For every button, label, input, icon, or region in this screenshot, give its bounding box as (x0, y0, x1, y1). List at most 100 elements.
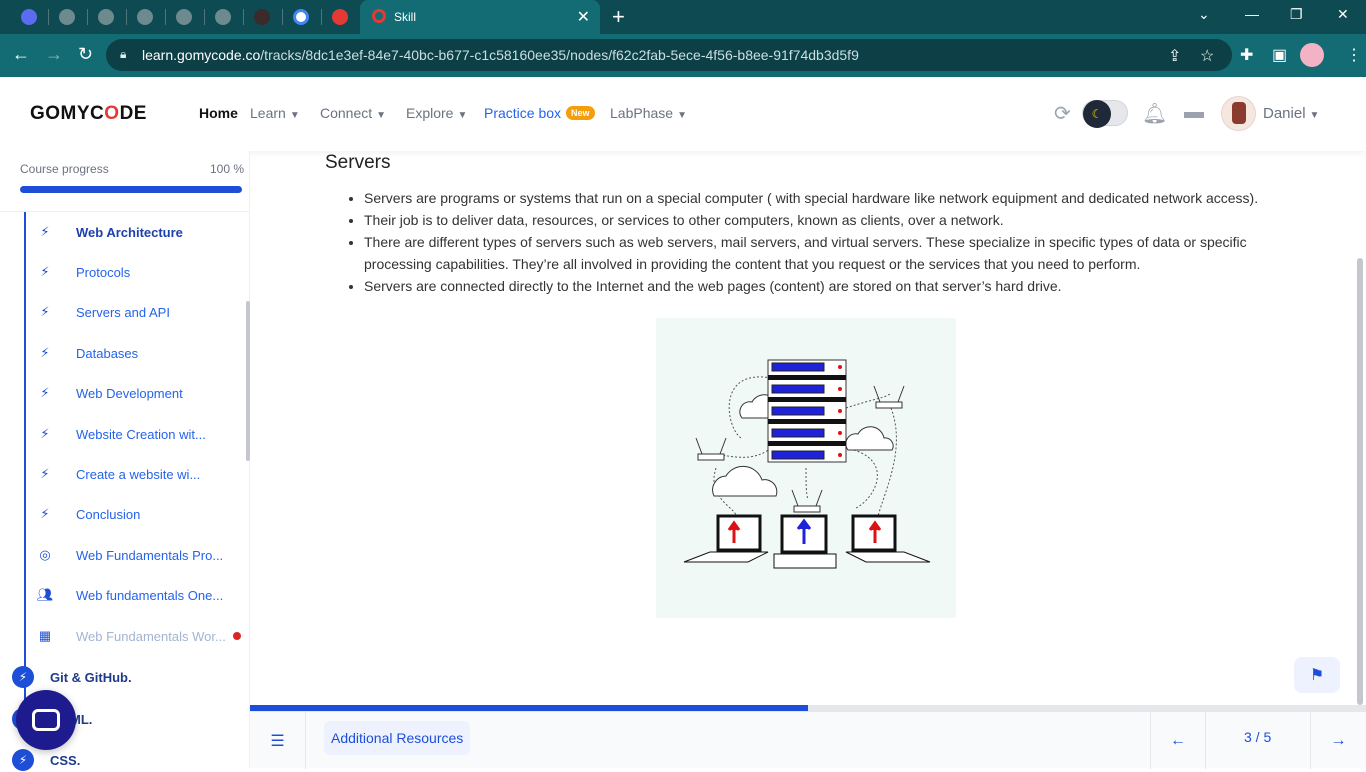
menu-icon[interactable]: ⋮ (1346, 45, 1362, 65)
tab-favicon-icon[interactable] (134, 6, 156, 28)
outline-button[interactable]: ☰ (250, 712, 306, 769)
nav-explore[interactable]: Explore ▼ (406, 105, 467, 121)
arrow-left-icon: ← (1170, 731, 1186, 749)
unread-dot (233, 632, 241, 640)
sidebar-item-website-creation[interactable]: ⚡︎ Website Creation wit... (36, 423, 205, 445)
chevron-down-icon: ▼ (677, 110, 687, 121)
tab-favicon-icon[interactable] (173, 6, 195, 28)
list-item: There are different types of servers suc… (364, 231, 1284, 275)
address-bar[interactable]: 🔒︎ learn.gomycode.co/tracks/8dc1e3ef-84e… (106, 39, 1232, 71)
dark-mode-toggle[interactable]: ☾ (1082, 100, 1128, 128)
bolt-icon: ⚡︎ (40, 224, 50, 239)
tab-favicon-icon[interactable] (56, 6, 78, 28)
close-tab-icon[interactable]: ✕ (577, 7, 590, 27)
profile-avatar[interactable] (1300, 43, 1324, 67)
bolt-icon: ⚡︎ (40, 264, 50, 279)
chat-support-button[interactable] (16, 690, 76, 750)
refresh-icon[interactable]: ⟳ (1054, 101, 1071, 126)
sidebar-item-web-fundamentals-workshop[interactable]: ▦ Web Fundamentals Wor... (36, 625, 226, 647)
bolt-icon: ⚡︎ (40, 345, 50, 360)
app-header: GOMYCODE Home Learn ▼ Connect ▼ Explore ▼ P… (0, 77, 1366, 151)
module-git-github[interactable]: ⚡︎ Git & GitHub. (12, 665, 132, 689)
gomycode-favicon-icon (372, 9, 386, 23)
bolt-icon: ⚡︎ (40, 506, 50, 521)
tab-favicon-icon[interactable] (251, 6, 273, 28)
sidebar-item-web-fundamentals-project[interactable]: ◎ Web Fundamentals Pro... (36, 544, 223, 566)
google-tab-icon[interactable] (290, 6, 312, 28)
nav-connect[interactable]: Connect ▼ (320, 105, 386, 121)
page-indicator: 3 / 5 (1244, 729, 1272, 745)
forward-icon[interactable]: → (45, 44, 63, 65)
bolt-icon: ⚡︎ (40, 426, 50, 441)
sidebar-item-databases[interactable]: ⚡︎ Databases (36, 342, 138, 364)
moon-icon: ☾ (1083, 100, 1111, 128)
extensions-icon[interactable]: ✚ (1240, 45, 1253, 65)
course-progress-bar (20, 186, 242, 193)
close-window-icon[interactable]: ✕ (1337, 6, 1349, 23)
sidebar-item-protocols[interactable]: ⚡︎ Protocols (36, 261, 130, 283)
user-menu[interactable]: Daniel ▼ (1263, 105, 1319, 122)
previous-button[interactable]: ← (1150, 712, 1206, 769)
chevron-down-icon: ▼ (289, 110, 300, 121)
new-tab-icon[interactable]: + (612, 4, 625, 30)
course-progress-value: 100 % (210, 162, 245, 176)
content-bullets: Servers are programs or systems that run… (364, 187, 1284, 297)
tab-favicon-icon[interactable] (95, 6, 117, 28)
sidebar-item-servers-and-api[interactable]: ⚡︎ Servers and API (36, 301, 170, 323)
nav-labphase[interactable]: LabPhase ▼ (610, 105, 687, 121)
active-tab[interactable]: Skill ✕ (360, 0, 600, 34)
timeline-line (24, 212, 26, 707)
list-outline-icon: ☰ (270, 732, 285, 750)
tab-title: Skill (394, 10, 417, 24)
tab-favicon-icon[interactable] (329, 6, 351, 28)
servers-illustration (656, 318, 956, 618)
sidebar-item-web-development[interactable]: ⚡︎ Web Development (36, 382, 182, 404)
chevron-down-icon: ▼ (376, 110, 387, 121)
reload-icon[interactable]: ↻ (78, 44, 93, 65)
page-scrollbar[interactable] (1357, 258, 1363, 705)
bolt-icon: ⚡︎ (40, 304, 50, 319)
sidebar-item-web-architecture[interactable]: ⚡︎ Web Architecture (36, 221, 183, 243)
bookmark-star-icon[interactable]: ☆ (1200, 46, 1214, 66)
chat-bubble-icon (32, 709, 60, 731)
people-icon: 👥︎ (36, 587, 54, 602)
browser-tabstrip: Skill ✕ + ⌄ — ❐ ✕ (0, 0, 1366, 34)
lock-icon: 🔒︎ (120, 47, 127, 61)
tab-favicon-icon[interactable] (18, 6, 40, 28)
back-icon[interactable]: ← (12, 44, 30, 65)
nav-home[interactable]: Home (199, 105, 238, 121)
list-item: Their job is to deliver data, resources,… (364, 209, 1284, 231)
gomycode-logo[interactable]: GOMYCODE (30, 103, 147, 125)
sidebar-item-web-fundamentals-one[interactable]: 👥︎ Web fundamentals One... (36, 584, 223, 606)
notification-bell-icon[interactable]: 🔔︎ (1142, 101, 1167, 126)
share-icon[interactable]: ⇪ (1168, 46, 1181, 66)
bolt-icon: ⚡︎ (12, 666, 34, 688)
sidebar-item-conclusion[interactable]: ⚡︎ Conclusion (36, 503, 140, 525)
tab-search-icon[interactable]: ⌄ (1198, 6, 1210, 23)
tab-favicon-icon[interactable] (212, 6, 234, 28)
minimize-icon[interactable]: — (1245, 6, 1259, 22)
list-item: Servers are connected directly to the In… (364, 275, 1284, 297)
chevron-down-icon: ▼ (1309, 110, 1320, 121)
course-progress-label: Course progress (20, 162, 109, 176)
additional-resources-button[interactable]: Additional Resources (324, 721, 471, 755)
bolt-icon: ⚡︎ (40, 466, 50, 481)
url-text[interactable]: learn.gomycode.co/tracks/8dc1e3ef-84e7-4… (142, 47, 859, 63)
side-panel-icon[interactable]: ▣ (1272, 45, 1287, 65)
user-avatar[interactable] (1221, 96, 1256, 131)
chevron-down-icon: ▼ (457, 110, 468, 121)
sidebar-scrollbar[interactable] (246, 301, 250, 461)
restore-icon[interactable]: ❐ (1290, 6, 1303, 23)
section-heading: Servers (325, 152, 391, 173)
messages-icon[interactable]: ▬ (1184, 101, 1204, 124)
workshop-icon: ▦ (38, 628, 52, 643)
browser-toolbar: ← → ↻ 🔒︎ learn.gomycode.co/tracks/8dc1e3… (0, 34, 1366, 77)
flag-icon: ⚑ (1309, 667, 1325, 684)
bolt-icon: ⚡︎ (40, 385, 50, 400)
sidebar-item-create-website[interactable]: ⚡︎ Create a website wi... (36, 463, 200, 485)
report-flag-button[interactable]: ⚑ (1294, 657, 1340, 693)
next-button[interactable]: → (1310, 712, 1366, 769)
nav-practice-box[interactable]: Practice box New (484, 105, 595, 121)
nav-learn[interactable]: Learn ▼ (250, 105, 300, 121)
module-css[interactable]: ⚡︎ CSS. (12, 748, 80, 772)
